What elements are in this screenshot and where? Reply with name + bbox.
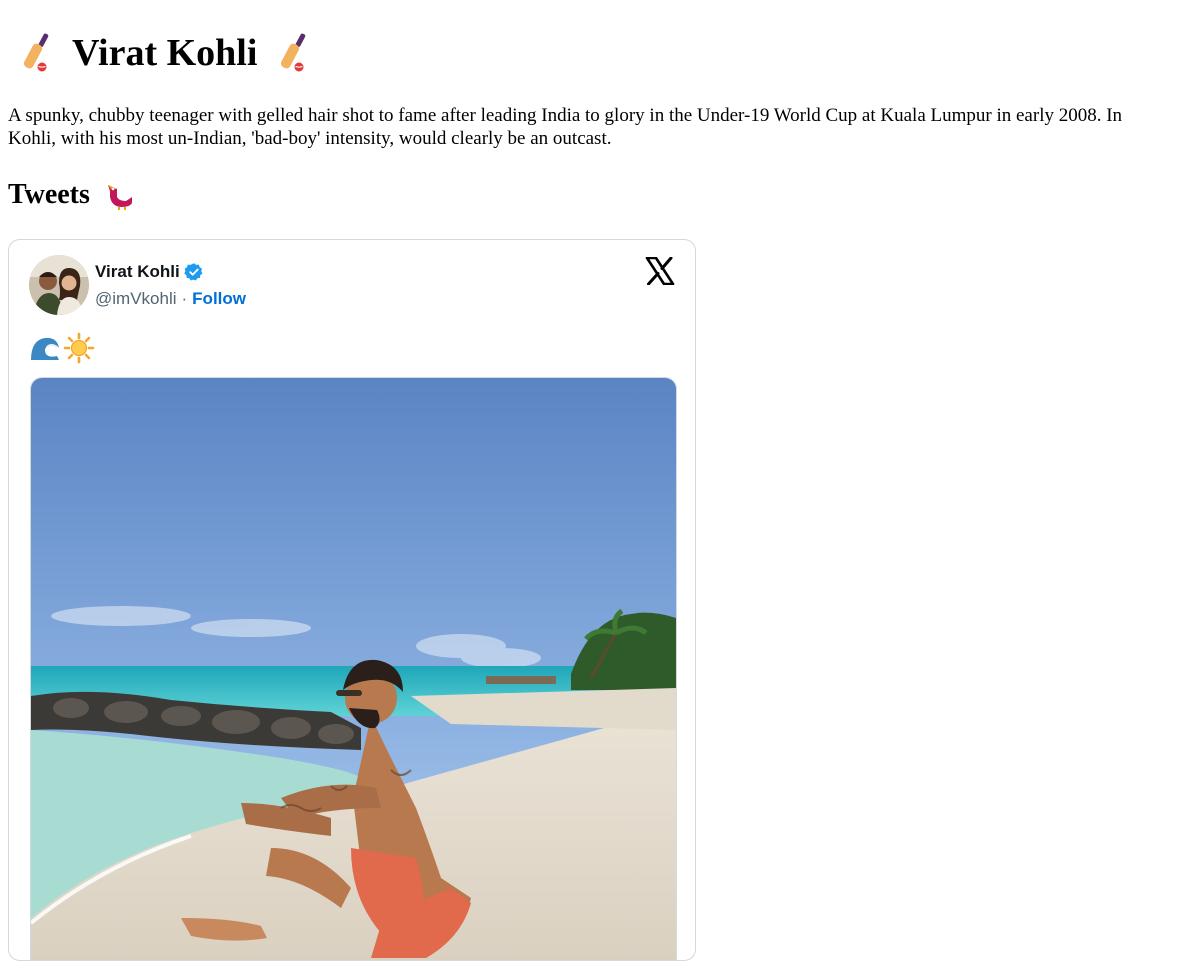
sun-icon (63, 332, 95, 364)
intro-paragraph: A spunky, chubby teenager with gelled ha… (8, 104, 1184, 150)
page-title-text: Virat Kohli (72, 32, 258, 74)
author-row: Virat Kohli (95, 261, 204, 283)
cricket-bat-icon (281, 33, 306, 72)
avatar[interactable] (29, 255, 89, 315)
author-name[interactable]: Virat Kohli (95, 262, 180, 282)
page-title: Virat Kohli (22, 28, 309, 78)
handle-row: @imVkohli · Follow (95, 288, 246, 310)
verified-badge-icon (183, 263, 203, 281)
tweets-heading: Tweets (8, 177, 136, 213)
separator: · (181, 289, 188, 308)
x-logo-icon[interactable] (645, 257, 675, 285)
tweet-photo[interactable] (30, 377, 677, 960)
intro-line: Kohli, with his most un-Indian, 'bad-boy… (8, 128, 612, 149)
wave-icon (31, 337, 59, 360)
beach-photo (31, 378, 676, 960)
tweets-heading-text: Tweets (8, 179, 90, 210)
follow-button[interactable]: Follow (192, 289, 246, 309)
cricket-bat-icon (23, 33, 49, 72)
tweet-text (29, 331, 95, 365)
bird-icon (107, 185, 132, 210)
author-handle[interactable]: @imVkohli (95, 289, 177, 309)
tweet-card[interactable]: Virat Kohli @imVkohli · Follow (8, 239, 696, 961)
intro-line: A spunky, chubby teenager with gelled ha… (8, 105, 1123, 126)
